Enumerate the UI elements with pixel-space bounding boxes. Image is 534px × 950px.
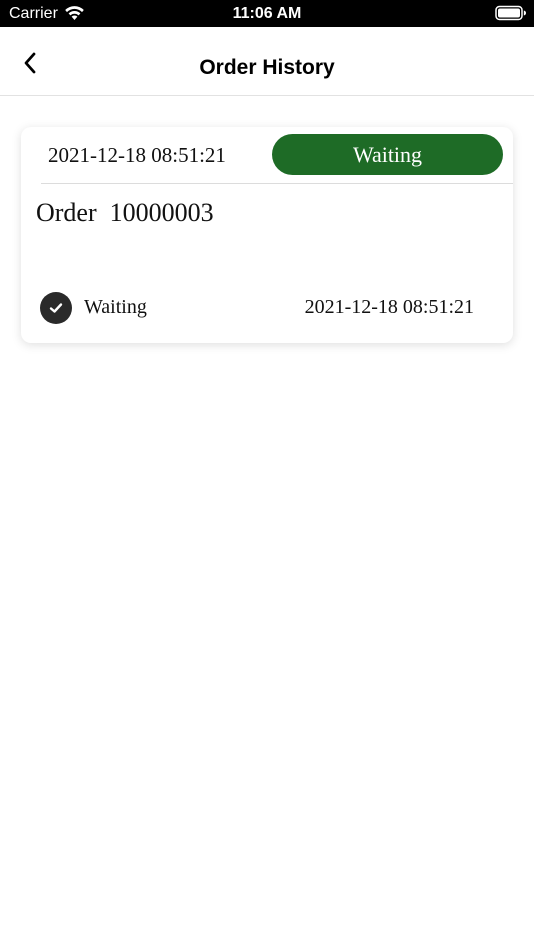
status-badge: Waiting	[272, 134, 503, 175]
card-divider	[41, 183, 513, 184]
check-circle-icon	[40, 292, 72, 324]
nav-bar: Order History	[0, 27, 534, 96]
status-bar: Carrier 11:06 AM	[0, 0, 534, 27]
status-badge-label: Waiting	[352, 141, 423, 167]
status-time: 11:06 AM	[232, 5, 302, 22]
history-status-label: Waiting	[84, 296, 147, 318]
battery-icon	[495, 5, 527, 21]
page-title: Order History	[199, 56, 335, 79]
history-datetime: 2021-12-18 08:51:21	[304, 296, 474, 318]
order-card[interactable]: 2021-12-18 08:51:21 Waiting Order 100000…	[21, 127, 513, 343]
order-title: Order 10000003	[36, 198, 214, 227]
order-datetime: 2021-12-18 08:51:21	[48, 143, 226, 167]
